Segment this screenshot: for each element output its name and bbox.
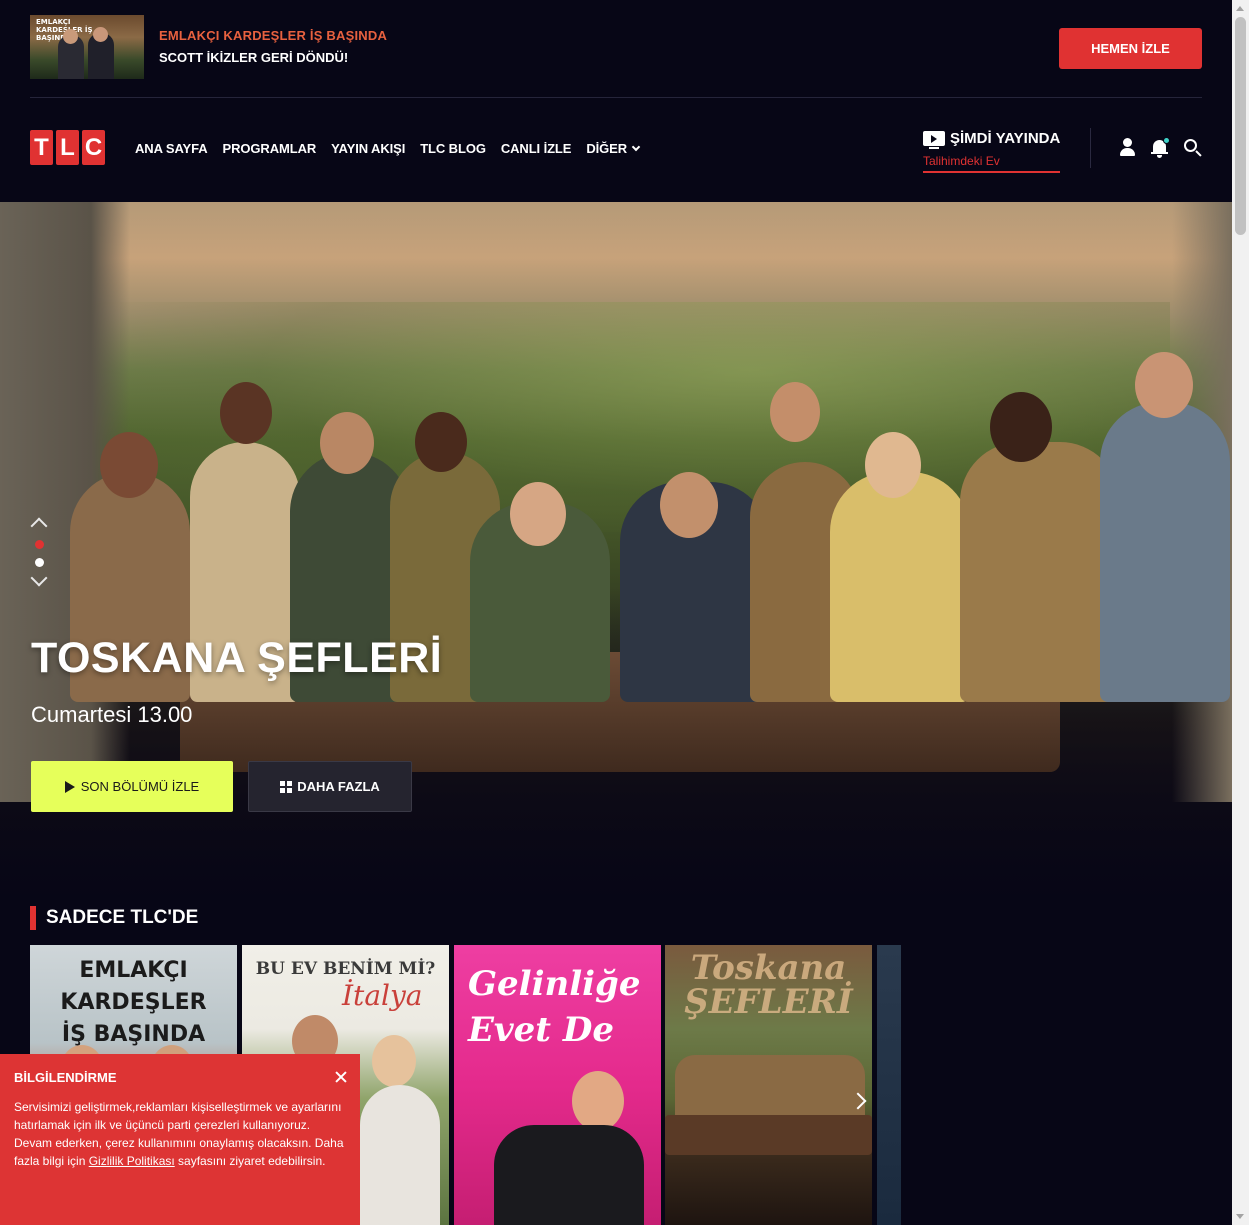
promo-banner: EMLAKÇI KARDEŞLER İŞ BAŞINDA EMLAKÇI KAR…	[30, 14, 1202, 98]
scroll-up-arrow-icon[interactable]	[1236, 6, 1244, 11]
show-card-title: BU EV BENİM Mİ?	[255, 959, 436, 979]
notification-bell-icon[interactable]	[1150, 137, 1170, 159]
scrollbar-thumb[interactable]	[1235, 17, 1246, 235]
privacy-policy-link[interactable]: Gizlilik Politikası	[89, 1154, 175, 1168]
nav-item-live[interactable]: CANLI İZLE	[501, 141, 572, 156]
more-info-button[interactable]: DAHA FAZLA	[248, 761, 412, 812]
section-title: SADECE TLC'DE	[30, 906, 198, 930]
nav-item-more-label: DİĞER	[586, 141, 628, 156]
notification-dot	[1163, 137, 1170, 144]
chevron-down-icon[interactable]	[30, 569, 48, 587]
logo-letter: C	[82, 130, 105, 165]
scroll-down-arrow-icon[interactable]	[1236, 1214, 1244, 1219]
page-scrollbar[interactable]	[1232, 0, 1249, 1225]
more-info-label: DAHA FAZLA	[297, 779, 380, 794]
page: EMLAKÇI KARDEŞLER İŞ BAŞINDA EMLAKÇI KAR…	[0, 0, 1232, 1225]
show-card-title: Gelinliğe Evet De	[468, 964, 641, 1050]
nav-item-more[interactable]: DİĞER	[586, 141, 641, 156]
nav-item-programs[interactable]: PROGRAMLAR	[223, 141, 317, 156]
show-card[interactable]: Toskana ŞEFLERİ	[665, 945, 872, 1225]
watch-last-episode-button[interactable]: SON BÖLÜMÜ İZLE	[31, 761, 233, 812]
hero-air-time: Cumartesi 13.00	[31, 702, 193, 727]
cookie-notice-text: Servisimizi geliştirmek,reklamları kişis…	[14, 1098, 344, 1170]
thumbnail-head	[63, 29, 78, 44]
search-icon[interactable]	[1183, 137, 1203, 159]
slide-navigation	[30, 516, 50, 588]
promo-text: EMLAKÇI KARDEŞLER İŞ BAŞINDA SCOTT İKİZL…	[159, 28, 387, 65]
watch-now-button[interactable]: HEMEN İZLE	[1059, 28, 1202, 69]
nav-item-schedule[interactable]: YAYIN AKIŞI	[331, 141, 405, 156]
grid-icon	[280, 780, 293, 793]
watch-last-episode-label: SON BÖLÜMÜ İZLE	[80, 779, 200, 794]
cookie-notice-title: BİLGİLENDİRME	[14, 1070, 117, 1085]
slide-dot-active[interactable]	[35, 540, 44, 549]
main-navigation: T L C ANA SAYFA PROGRAMLAR YAYIN AKIŞI T…	[30, 128, 1203, 173]
nav-item-home[interactable]: ANA SAYFA	[135, 141, 208, 156]
user-icon[interactable]	[1118, 137, 1138, 159]
show-card-title: EMLAKÇI KARDEŞLER İŞ BAŞINDA	[60, 958, 207, 1047]
chevron-up-icon[interactable]	[30, 517, 48, 535]
nav-divider	[1090, 128, 1091, 168]
hero-title: TOSKANA ŞEFLERİ	[31, 634, 443, 682]
promo-show-title: EMLAKÇI KARDEŞLER İŞ BAŞINDA	[159, 28, 388, 43]
cookie-text-after: sayfasını ziyaret edebilirsin.	[174, 1154, 326, 1168]
promo-thumbnail[interactable]: EMLAKÇI KARDEŞLER İŞ BAŞINDA	[30, 15, 144, 79]
nav-item-blog[interactable]: TLC BLOG	[420, 141, 486, 156]
show-card-subtitle: İtalya	[342, 979, 423, 1012]
tv-play-icon	[923, 131, 945, 149]
cookie-notice: BİLGİLENDİRME Servisimizi geliştirmek,re…	[0, 1054, 360, 1225]
logo-letter: L	[56, 130, 79, 165]
now-on-air-label: ŞİMDİ YAYINDA	[950, 130, 1061, 147]
now-on-air-show: Talihimdeki Ev	[923, 154, 1000, 168]
promo-tagline: SCOTT İKİZLER GERİ DÖNDÜ!	[159, 50, 349, 65]
now-on-air[interactable]: ŞİMDİ YAYINDA Talihimdeki Ev	[923, 128, 1060, 173]
slide-dot[interactable]	[35, 558, 44, 567]
show-card[interactable]: Gelinliğe Evet De	[454, 945, 661, 1225]
tlc-logo[interactable]: T L C	[30, 130, 105, 165]
close-icon[interactable]	[334, 1070, 348, 1084]
show-card-title: Toskana ŞEFLERİ	[684, 948, 853, 1022]
play-icon	[64, 780, 75, 793]
show-card-partial[interactable]	[877, 945, 901, 1225]
hero-slider: TOSKANA ŞEFLERİ Cumartesi 13.00 SON BÖLÜ…	[0, 202, 1232, 902]
logo-letter: T	[30, 130, 53, 165]
nav-menu: ANA SAYFA PROGRAMLAR YAYIN AKIŞI TLC BLO…	[135, 141, 641, 156]
chevron-down-icon	[631, 142, 641, 151]
thumbnail-head	[93, 27, 108, 42]
